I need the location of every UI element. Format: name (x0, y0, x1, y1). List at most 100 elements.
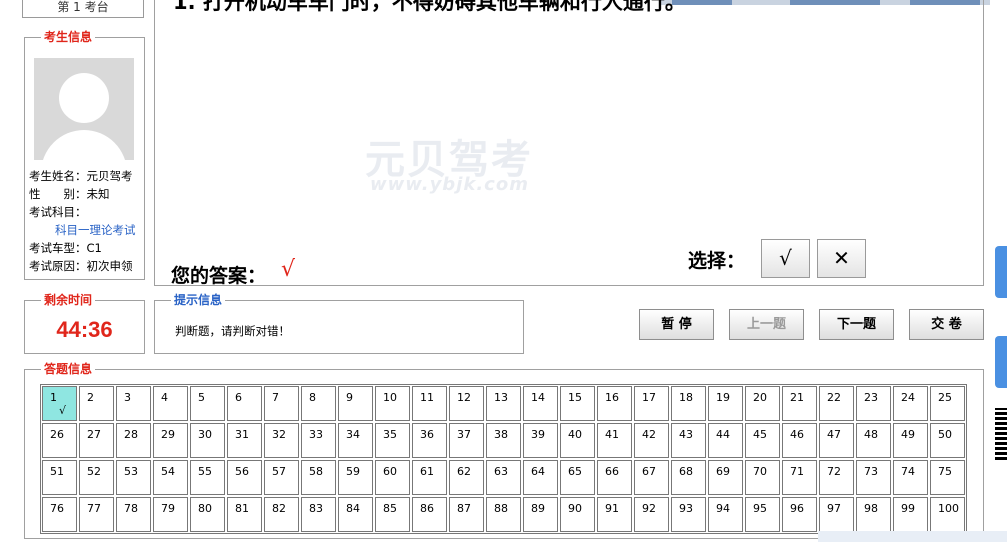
question-cell[interactable]: 91 (596, 496, 633, 533)
choice-false-button[interactable]: ✕ (817, 239, 866, 278)
question-cell[interactable]: 43 (670, 422, 707, 459)
question-cell[interactable]: 76 (41, 496, 78, 533)
question-cell[interactable]: 44 (707, 422, 744, 459)
question-cell[interactable]: 67 (633, 459, 670, 496)
question-cell[interactable]: 26 (41, 422, 78, 459)
question-cell[interactable]: 40 (559, 422, 596, 459)
question-cell[interactable]: 63 (485, 459, 522, 496)
question-cell[interactable]: 54 (152, 459, 189, 496)
question-cell[interactable]: 49 (892, 422, 929, 459)
question-cell[interactable]: 28 (115, 422, 152, 459)
question-cell[interactable]: 24 (892, 385, 929, 422)
question-cell[interactable]: 82 (263, 496, 300, 533)
question-cell[interactable]: 30 (189, 422, 226, 459)
question-cell[interactable]: 9 (337, 385, 374, 422)
question-cell[interactable]: 56 (226, 459, 263, 496)
submit-exam-button[interactable]: 交 卷 (909, 309, 984, 340)
question-cell[interactable]: 15 (559, 385, 596, 422)
question-cell[interactable]: 18 (670, 385, 707, 422)
question-cell[interactable]: 1 √ (41, 385, 78, 422)
question-cell[interactable]: 2 (78, 385, 115, 422)
question-cell[interactable]: 50 (929, 422, 966, 459)
question-cell[interactable]: 86 (411, 496, 448, 533)
question-cell[interactable]: 81 (226, 496, 263, 533)
question-cell[interactable]: 11 (411, 385, 448, 422)
pause-button[interactable]: 暂 停 (639, 309, 714, 340)
question-cell[interactable]: 36 (411, 422, 448, 459)
question-cell[interactable]: 73 (855, 459, 892, 496)
question-cell[interactable]: 21 (781, 385, 818, 422)
question-cell[interactable]: 62 (448, 459, 485, 496)
question-cell[interactable]: 60 (374, 459, 411, 496)
question-cell[interactable]: 45 (744, 422, 781, 459)
question-cell[interactable]: 37 (448, 422, 485, 459)
question-cell[interactable]: 12 (448, 385, 485, 422)
question-cell[interactable]: 19 (707, 385, 744, 422)
question-cell[interactable]: 97 (818, 496, 855, 533)
question-cell[interactable]: 7 (263, 385, 300, 422)
question-cell[interactable]: 17 (633, 385, 670, 422)
question-cell[interactable]: 51 (41, 459, 78, 496)
question-cell[interactable]: 39 (522, 422, 559, 459)
question-cell[interactable]: 79 (152, 496, 189, 533)
question-cell[interactable]: 92 (633, 496, 670, 533)
question-cell[interactable]: 38 (485, 422, 522, 459)
question-cell[interactable]: 93 (670, 496, 707, 533)
question-cell[interactable]: 41 (596, 422, 633, 459)
question-cell[interactable]: 25 (929, 385, 966, 422)
question-cell[interactable]: 96 (781, 496, 818, 533)
next-question-button[interactable]: 下一题 (819, 309, 894, 340)
question-cell[interactable]: 71 (781, 459, 818, 496)
question-cell[interactable]: 85 (374, 496, 411, 533)
question-cell[interactable]: 100 (929, 496, 966, 533)
question-cell[interactable]: 4 (152, 385, 189, 422)
side-float-tab[interactable] (995, 246, 1007, 298)
question-cell[interactable]: 87 (448, 496, 485, 533)
question-cell[interactable]: 65 (559, 459, 596, 496)
question-cell[interactable]: 78 (115, 496, 152, 533)
question-cell[interactable]: 27 (78, 422, 115, 459)
question-cell[interactable]: 88 (485, 496, 522, 533)
question-cell[interactable]: 5 (189, 385, 226, 422)
question-cell[interactable]: 80 (189, 496, 226, 533)
side-float-tab[interactable] (995, 336, 1007, 388)
question-cell[interactable]: 94 (707, 496, 744, 533)
question-cell[interactable]: 34 (337, 422, 374, 459)
question-cell[interactable]: 66 (596, 459, 633, 496)
question-cell[interactable]: 74 (892, 459, 929, 496)
question-cell[interactable]: 90 (559, 496, 596, 533)
question-cell[interactable]: 13 (485, 385, 522, 422)
question-cell[interactable]: 3 (115, 385, 152, 422)
question-cell[interactable]: 53 (115, 459, 152, 496)
question-cell[interactable]: 32 (263, 422, 300, 459)
question-cell[interactable]: 69 (707, 459, 744, 496)
question-cell[interactable]: 8 (300, 385, 337, 422)
question-cell[interactable]: 77 (78, 496, 115, 533)
question-cell[interactable]: 29 (152, 422, 189, 459)
question-cell[interactable]: 35 (374, 422, 411, 459)
question-cell[interactable]: 99 (892, 496, 929, 533)
choice-true-button[interactable]: √ (761, 239, 810, 278)
question-cell[interactable]: 64 (522, 459, 559, 496)
question-cell[interactable]: 89 (522, 496, 559, 533)
question-cell[interactable]: 6 (226, 385, 263, 422)
question-cell[interactable]: 68 (670, 459, 707, 496)
question-cell[interactable]: 61 (411, 459, 448, 496)
question-cell[interactable]: 55 (189, 459, 226, 496)
question-cell[interactable]: 84 (337, 496, 374, 533)
question-cell[interactable]: 95 (744, 496, 781, 533)
prev-question-button[interactable]: 上一题 (729, 309, 804, 340)
question-cell[interactable]: 83 (300, 496, 337, 533)
question-cell[interactable]: 75 (929, 459, 966, 496)
question-cell[interactable]: 52 (78, 459, 115, 496)
question-cell[interactable]: 31 (226, 422, 263, 459)
question-cell[interactable]: 22 (818, 385, 855, 422)
question-cell[interactable]: 16 (596, 385, 633, 422)
question-cell[interactable]: 14 (522, 385, 559, 422)
question-cell[interactable]: 70 (744, 459, 781, 496)
question-cell[interactable]: 33 (300, 422, 337, 459)
question-cell[interactable]: 57 (263, 459, 300, 496)
question-cell[interactable]: 10 (374, 385, 411, 422)
question-cell[interactable]: 98 (855, 496, 892, 533)
question-cell[interactable]: 48 (855, 422, 892, 459)
